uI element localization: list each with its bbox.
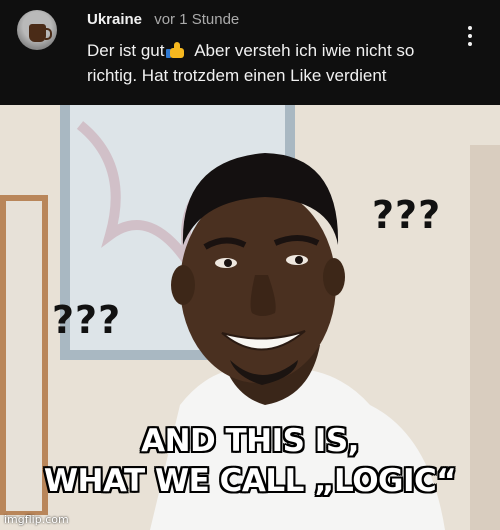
question-marks-left: ??? (52, 298, 122, 342)
comment-text: Der ist gut. Aber versteh ich iwie nicht … (87, 38, 467, 88)
caption-line-1: AND THIS IS, (141, 423, 359, 459)
comment-card: Ukraine vor 1 Stunde Der ist gut. Aber ve… (0, 0, 500, 105)
coffee-cup-icon (29, 24, 52, 42)
screenshot: Ukraine vor 1 Stunde Der ist gut. Aber ve… (0, 0, 500, 530)
question-marks-right: ??? (372, 193, 442, 237)
left-ear (171, 265, 195, 305)
meme-image: ??? ??? AND THIS IS, WHAT WE CALL „LOGIC… (0, 105, 500, 530)
caption-line-2: WHAT WE CALL „LOGIC“ (43, 463, 457, 499)
more-vertical-icon[interactable] (462, 26, 478, 46)
comment-text-part1: Der ist gut. (87, 41, 170, 60)
comment-timestamp[interactable]: vor 1 Stunde (154, 11, 239, 28)
thumbs-up-icon (166, 42, 188, 58)
comment-meta: Ukraine vor 1 Stunde (87, 11, 239, 28)
right-ear (323, 258, 345, 296)
avatar[interactable] (17, 10, 57, 50)
imgflip-watermark: imgflip.com (4, 513, 69, 526)
comment-author[interactable]: Ukraine (87, 11, 142, 28)
